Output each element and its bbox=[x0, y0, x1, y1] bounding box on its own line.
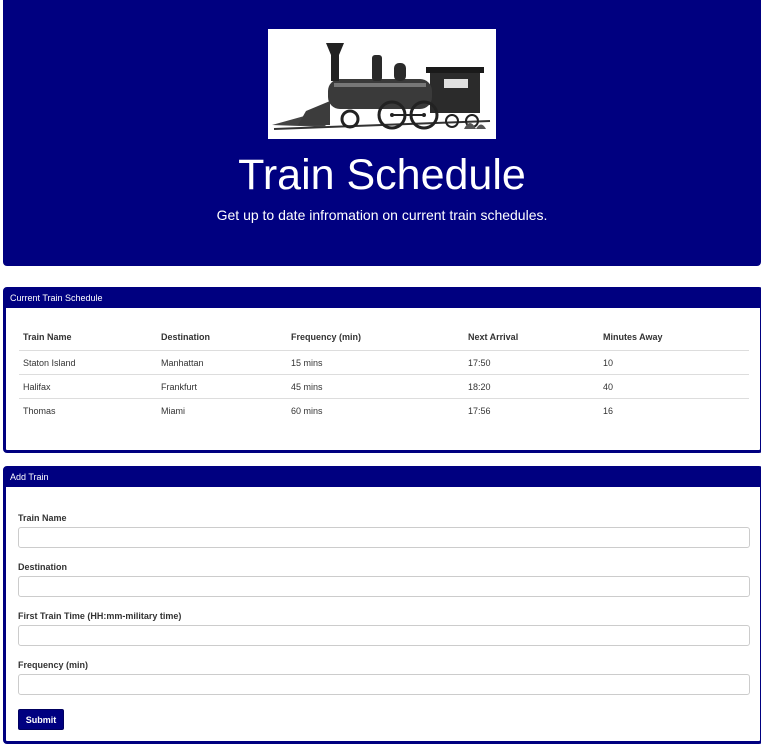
destination-input[interactable] bbox=[18, 576, 750, 597]
cell-next-arrival: 18:20 bbox=[464, 374, 599, 399]
column-header-frequency: Frequency (min) bbox=[287, 324, 464, 351]
schedule-table: Train Name Destination Frequency (min) N… bbox=[19, 324, 749, 422]
cell-destination: Frankfurt bbox=[157, 374, 287, 399]
train-name-input[interactable] bbox=[18, 527, 750, 548]
cell-frequency: 45 mins bbox=[287, 374, 464, 399]
train-name-label: Train Name bbox=[18, 513, 67, 523]
frequency-label: Frequency (min) bbox=[18, 660, 89, 670]
table-row: Thomas Miami 60 mins 17:56 16 bbox=[19, 399, 749, 423]
cell-train-name: Staton Island bbox=[19, 350, 157, 375]
destination-label: Destination bbox=[18, 562, 68, 572]
cell-next-arrival: 17:56 bbox=[468, 405, 491, 416]
cell-minutes-away: 16 bbox=[603, 405, 614, 416]
add-train-panel-heading: Add Train bbox=[6, 469, 760, 487]
page-subtitle: Get up to date infromation on current tr… bbox=[216, 207, 548, 223]
cell-destination: Miami bbox=[161, 405, 185, 416]
table-row: Staton Island Manhattan 15 mins 17:50 10 bbox=[19, 350, 749, 375]
first-train-time-label: First Train Time (HH:mm-military time) bbox=[18, 611, 182, 621]
cell-destination: Manhattan bbox=[157, 350, 287, 375]
frequency-input[interactable] bbox=[18, 674, 750, 695]
cell-minutes-away: 40 bbox=[599, 374, 749, 399]
column-header-train-name: Train Name bbox=[19, 324, 157, 351]
cell-train-name: Halifax bbox=[19, 374, 157, 399]
cell-next-arrival: 17:50 bbox=[464, 350, 599, 375]
column-header-minutes-away: Minutes Away bbox=[599, 324, 749, 351]
cell-train-name: Thomas bbox=[23, 405, 56, 416]
table-row: Halifax Frankfurt 45 mins 18:20 40 bbox=[19, 374, 749, 399]
schedule-panel-heading: Current Train Schedule bbox=[6, 290, 760, 308]
header-jumbotron: Train Schedule Get up to date infromatio… bbox=[3, 0, 761, 266]
train-image bbox=[268, 29, 496, 139]
table-header-row: Train Name Destination Frequency (min) N… bbox=[19, 324, 749, 351]
page-title: Train Schedule bbox=[238, 151, 526, 199]
column-header-destination: Destination bbox=[157, 324, 287, 351]
submit-button[interactable]: Submit bbox=[18, 709, 64, 730]
cell-minutes-away: 10 bbox=[599, 350, 749, 375]
column-header-next-arrival: Next Arrival bbox=[464, 324, 599, 351]
add-train-panel: Add Train Train Name Destination First T… bbox=[3, 466, 761, 744]
schedule-panel: Current Train Schedule Train Name Destin… bbox=[3, 287, 761, 453]
first-train-time-input[interactable] bbox=[18, 625, 750, 646]
cell-frequency: 60 mins bbox=[291, 405, 323, 416]
cell-frequency: 15 mins bbox=[287, 350, 464, 375]
